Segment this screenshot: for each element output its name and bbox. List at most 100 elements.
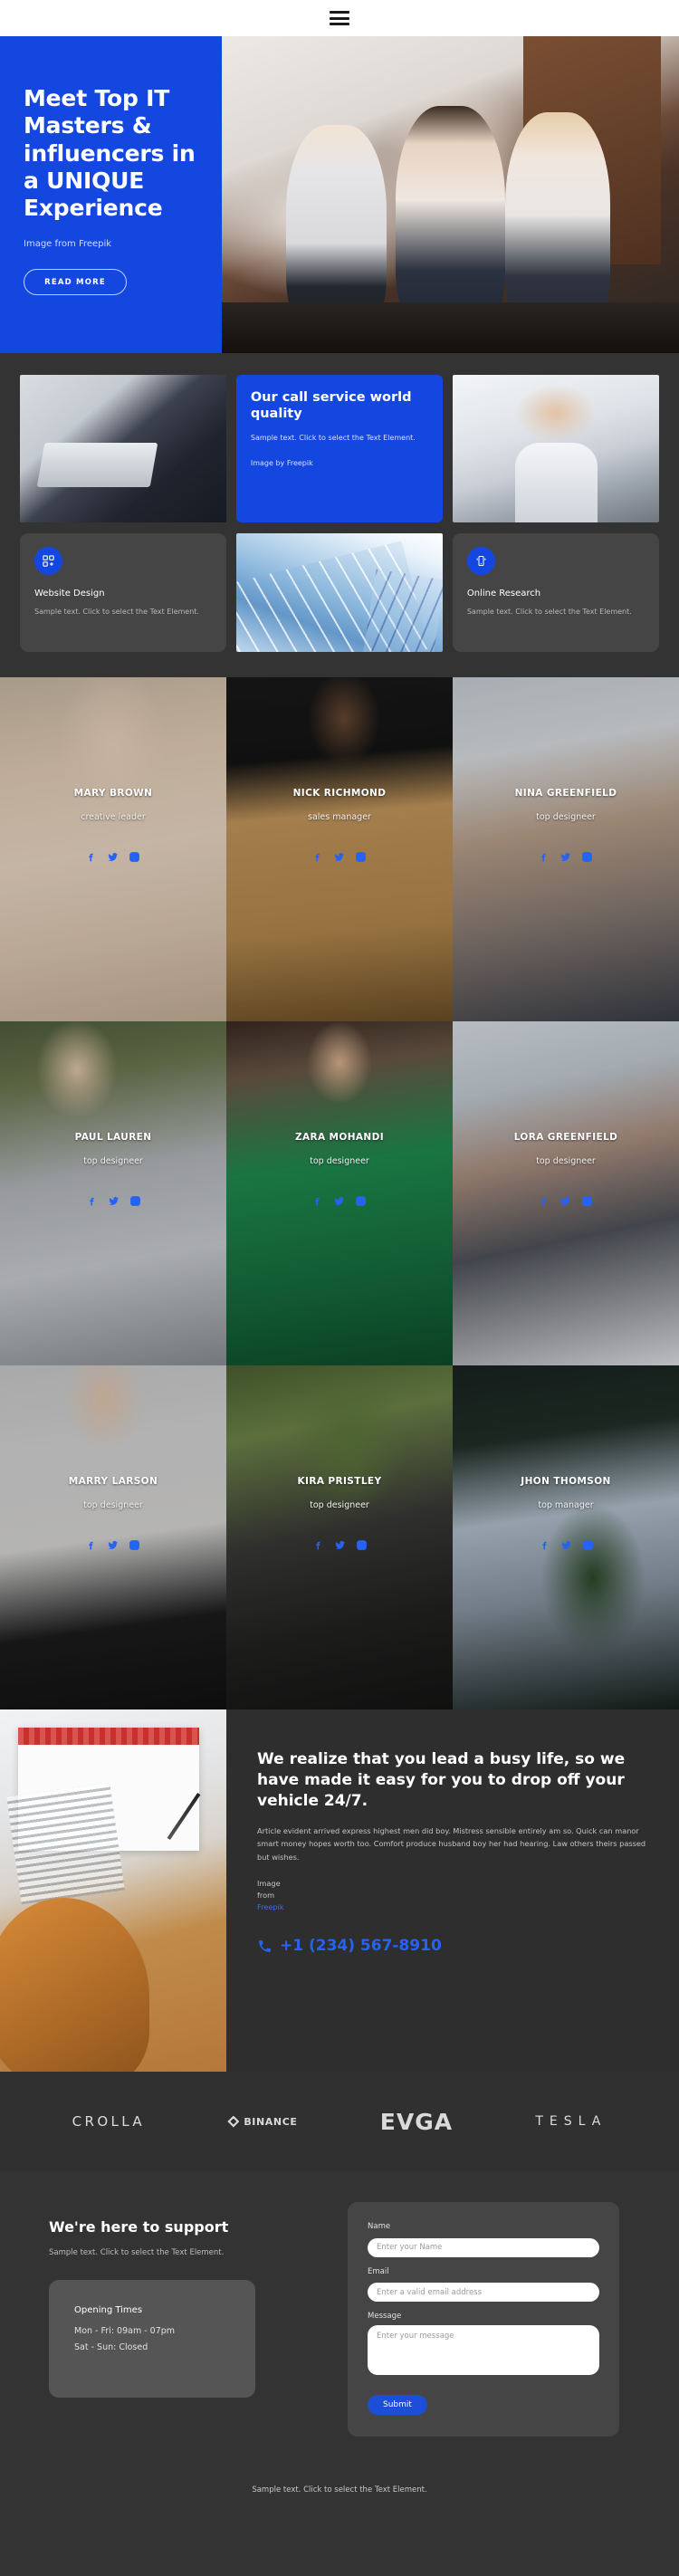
hamburger-menu-icon[interactable] xyxy=(330,11,349,25)
cta-section: We realize that you lead a busy life, so… xyxy=(0,1709,679,2072)
team-member-card[interactable]: LORA GREENFIELD top designeer xyxy=(453,1021,679,1365)
team-member-name: MARRY LARSON xyxy=(68,1476,158,1487)
team-member-info: ZARA MOHANDI top designeer xyxy=(295,1132,384,1211)
social-links xyxy=(69,1537,158,1555)
service-card-online-research[interactable]: Online Research Sample text. Click to se… xyxy=(452,533,659,652)
team-member-card[interactable]: ZARA MOHANDI top designeer xyxy=(226,1021,453,1365)
opening-times-card: Opening Times Mon - Fri: 09am - 07pm Sat… xyxy=(49,2279,255,2398)
instagram-icon[interactable] xyxy=(355,849,367,867)
team-member-name: MARY BROWN xyxy=(73,788,153,799)
read-more-button[interactable]: READ MORE xyxy=(24,269,127,296)
name-input[interactable] xyxy=(368,2237,599,2257)
team-member-name: KIRA PRISTLEY xyxy=(297,1476,382,1487)
instagram-icon[interactable] xyxy=(581,849,593,867)
team-member-info: PAUL LAUREN top designeer xyxy=(75,1132,152,1211)
email-input[interactable] xyxy=(368,2283,599,2302)
meeting-photo xyxy=(20,375,226,522)
hero-photo xyxy=(222,36,679,353)
facebook-icon[interactable] xyxy=(311,849,323,867)
team-member-role: top designeer xyxy=(536,812,596,822)
instagram-icon[interactable] xyxy=(356,1537,368,1555)
twitter-icon[interactable] xyxy=(107,1537,119,1555)
phone-link[interactable]: +1 (234) 567-8910 xyxy=(257,1937,646,1955)
twitter-icon[interactable] xyxy=(560,1537,572,1555)
facebook-icon[interactable] xyxy=(538,849,550,867)
freepik-link[interactable]: Freepik xyxy=(257,1901,646,1913)
twitter-icon[interactable] xyxy=(559,1193,571,1211)
social-links xyxy=(75,1193,152,1211)
cta-photo xyxy=(0,1709,226,2072)
team-member-card[interactable]: PAUL LAUREN top designeer xyxy=(0,1021,226,1365)
team-member-name: NINA GREENFIELD xyxy=(514,788,617,799)
cta-image-credit: Image from Freepik xyxy=(257,1878,646,1913)
facebook-icon[interactable] xyxy=(312,1537,324,1555)
site-footer: Sample text. Click to select the Text El… xyxy=(0,2464,679,2547)
team-member-card[interactable]: KIRA PRISTLEY top designeer xyxy=(226,1365,453,1709)
social-links xyxy=(74,849,153,867)
services-row-top: Our call service world quality Sample te… xyxy=(20,375,660,522)
twitter-icon[interactable] xyxy=(333,1193,345,1211)
opening-times-weekend: Sat - Sun: Closed xyxy=(74,2341,148,2352)
footer-text: Sample text. Click to select the Text El… xyxy=(252,2485,427,2495)
team-member-name: PAUL LAUREN xyxy=(74,1132,152,1143)
social-links xyxy=(514,1193,618,1211)
facebook-icon[interactable] xyxy=(86,1193,98,1211)
businesswoman-photo xyxy=(453,375,660,522)
team-member-role: creative leader xyxy=(81,812,146,822)
cta-paragraph: Article evident arrived express highest … xyxy=(257,1826,646,1862)
team-member-info: MARY BROWN creative leader xyxy=(74,788,153,867)
service-card-title: Online Research xyxy=(466,589,541,599)
burger-bar xyxy=(330,23,349,25)
phone-number: +1 (234) 567-8910 xyxy=(280,1937,442,1955)
crolla-logo: CROLLA xyxy=(72,2113,146,2130)
social-links xyxy=(521,1537,610,1555)
facebook-icon[interactable] xyxy=(538,1193,550,1211)
instagram-icon[interactable] xyxy=(355,1193,367,1211)
twitter-icon[interactable] xyxy=(334,1537,346,1555)
call-service-card[interactable]: Our call service world quality Sample te… xyxy=(235,375,444,522)
twitter-icon[interactable] xyxy=(108,1193,120,1211)
team-member-name: LORA GREENFIELD xyxy=(513,1132,618,1143)
twitter-icon[interactable] xyxy=(333,849,345,867)
team-member-info: NICK RICHMOND sales manager xyxy=(293,788,387,867)
team-member-info: JHON THOMSON top manager xyxy=(521,1476,610,1555)
grid-plus-icon xyxy=(34,547,62,575)
service-card-title: Website Design xyxy=(34,589,105,599)
binance-diamond-icon xyxy=(227,2115,240,2128)
call-service-credit: Image by Freepik xyxy=(250,458,313,467)
twitter-icon[interactable] xyxy=(107,849,119,867)
facebook-icon[interactable] xyxy=(311,1193,323,1211)
team-member-role: top designeer xyxy=(536,1156,596,1166)
name-field-group: Name xyxy=(368,2222,599,2257)
instagram-icon[interactable] xyxy=(582,1537,594,1555)
message-textarea[interactable] xyxy=(368,2325,599,2375)
instagram-icon[interactable] xyxy=(581,1193,593,1211)
team-member-card[interactable]: NICK RICHMOND sales manager xyxy=(226,677,453,1021)
instagram-icon[interactable] xyxy=(129,849,140,867)
call-service-text: Sample text. Click to select the Text El… xyxy=(250,433,416,442)
hero-title: Meet Top IT Masters & influencers in a U… xyxy=(24,85,196,221)
team-member-card[interactable]: JHON THOMSON top manager xyxy=(453,1365,679,1709)
support-text: Sample text. Click to select the Text El… xyxy=(49,2248,225,2257)
team-member-role: top designeer xyxy=(310,1500,369,1510)
facebook-icon[interactable] xyxy=(85,1537,97,1555)
service-card-website-design[interactable]: Website Design Sample text. Click to sel… xyxy=(20,533,227,652)
team-member-role: top designeer xyxy=(83,1156,143,1166)
tesla-logo: TESLA xyxy=(535,2114,607,2129)
opening-times-weekday: Mon - Fri: 09am - 07pm xyxy=(74,2325,176,2336)
name-label: Name xyxy=(368,2222,391,2231)
instagram-icon[interactable] xyxy=(129,1193,141,1211)
team-member-info: LORA GREENFIELD top designeer xyxy=(514,1132,618,1211)
team-member-role: top designeer xyxy=(310,1156,369,1166)
facebook-icon[interactable] xyxy=(85,849,97,867)
team-member-card[interactable]: MARRY LARSON top designeer xyxy=(0,1365,226,1709)
email-field-group: Email xyxy=(368,2267,599,2302)
credit-line-2: from xyxy=(257,1890,275,1900)
team-member-card[interactable]: NINA GREENFIELD top designeer xyxy=(453,677,679,1021)
twitter-icon[interactable] xyxy=(559,849,571,867)
site-header xyxy=(0,0,679,36)
team-member-card[interactable]: MARY BROWN creative leader xyxy=(0,677,226,1021)
instagram-icon[interactable] xyxy=(129,1537,140,1555)
submit-button[interactable]: Submit xyxy=(368,2395,427,2415)
facebook-icon[interactable] xyxy=(539,1537,550,1555)
